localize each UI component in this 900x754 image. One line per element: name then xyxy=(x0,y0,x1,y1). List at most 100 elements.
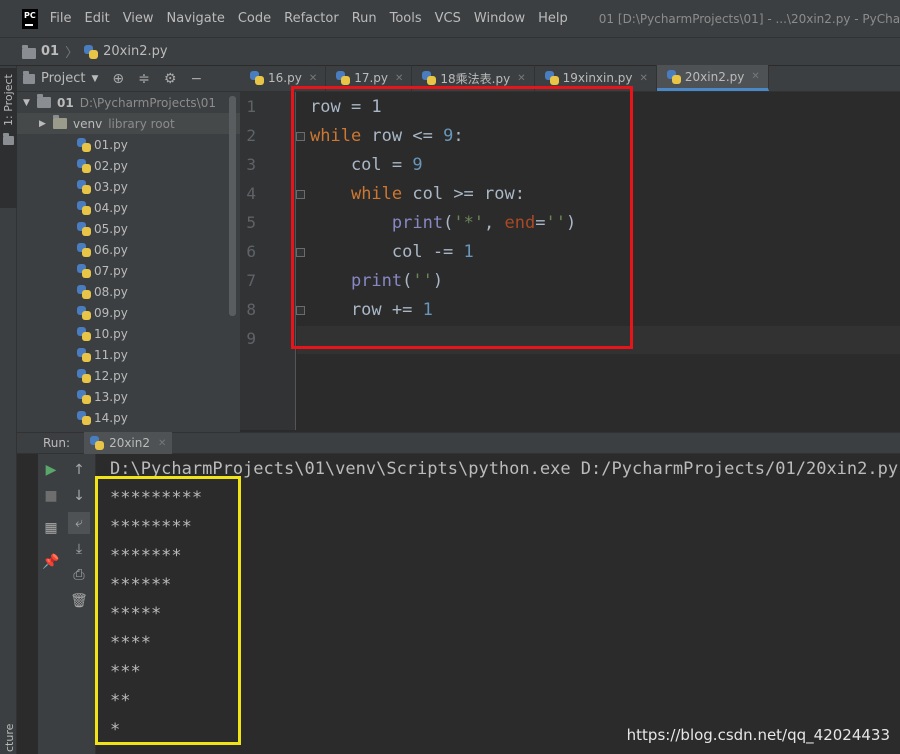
scroll-to-end-icon[interactable]: ⤓ xyxy=(68,538,90,560)
close-icon[interactable]: ✕ xyxy=(158,438,166,449)
tree-file-name: 12.py xyxy=(94,368,128,383)
close-icon[interactable]: ✕ xyxy=(517,73,525,84)
locate-icon[interactable]: ⊕ xyxy=(112,71,124,87)
close-icon[interactable]: ✕ xyxy=(395,73,403,84)
tree-file-name: 14.py xyxy=(94,410,128,425)
tree-file[interactable]: 02.py xyxy=(17,155,240,176)
arrow-up-icon[interactable]: ↑ xyxy=(68,459,90,481)
tree-file[interactable]: 05.py xyxy=(17,218,240,239)
soft-wrap-icon[interactable]: ⤶ xyxy=(68,512,90,534)
project-scrollbar[interactable] xyxy=(229,96,236,316)
run-panel-header: Run: 20xin2 ✕ xyxy=(17,432,900,454)
tree-file[interactable]: 10.py xyxy=(17,323,240,344)
tree-root[interactable]: ▼ 01 D:\PycharmProjects\01 xyxy=(17,92,240,113)
close-icon[interactable]: ✕ xyxy=(751,71,759,82)
menu-bar: PC File Edit View Navigate Code Refactor… xyxy=(0,0,900,38)
breadcrumb-project[interactable]: 01 xyxy=(41,44,59,59)
python-file-icon xyxy=(77,137,91,152)
tree-file[interactable]: 14.py xyxy=(17,407,240,428)
tree-file-name: 04.py xyxy=(94,200,128,215)
tree-file[interactable]: 06.py xyxy=(17,239,240,260)
minimize-icon[interactable]: − xyxy=(190,71,202,87)
tab-label: 17.py xyxy=(354,71,389,85)
tree-file[interactable]: 04.py xyxy=(17,197,240,218)
line-number: 1 xyxy=(246,97,256,116)
folder-icon xyxy=(22,44,36,59)
menu-file[interactable]: File xyxy=(50,11,72,26)
menu-view[interactable]: View xyxy=(123,11,154,26)
gear-icon[interactable]: ⚙ xyxy=(164,71,177,87)
menu-tools[interactable]: Tools xyxy=(390,11,422,26)
print-icon[interactable]: ⎙ xyxy=(68,564,90,586)
tree-file[interactable]: 09.py xyxy=(17,302,240,323)
window-title: 01 [D:\PycharmProjects\01] - ...\20xin2.… xyxy=(598,11,900,26)
python-file-icon xyxy=(77,326,91,341)
python-file-icon xyxy=(77,284,91,299)
project-panel-header: Project ▼ ⊕ ≑ ⚙ − xyxy=(17,66,240,92)
menu-navigate[interactable]: Navigate xyxy=(167,11,225,26)
run-tab[interactable]: 20xin2 ✕ xyxy=(84,432,173,454)
tree-file-name: 09.py xyxy=(94,305,128,320)
menu-edit[interactable]: Edit xyxy=(85,11,110,26)
pycharm-window: PC File Edit View Navigate Code Refactor… xyxy=(0,0,900,754)
trash-icon[interactable]: 🗑 xyxy=(68,590,90,612)
arrow-down-icon[interactable]: ↓ xyxy=(68,485,90,507)
chevron-down-icon[interactable]: ▼ xyxy=(91,74,98,84)
python-run-icon xyxy=(90,436,105,450)
python-file-icon xyxy=(77,347,91,362)
tree-root-path: D:\PycharmProjects\01 xyxy=(79,95,216,110)
project-tool-label: 1: Project xyxy=(2,74,15,126)
tree-file-name: 13.py xyxy=(94,389,128,404)
stop-icon[interactable]: ■ xyxy=(40,485,62,507)
menu-run[interactable]: Run xyxy=(352,11,377,26)
menu-refactor[interactable]: Refactor xyxy=(284,11,339,26)
menu-vcs[interactable]: VCS xyxy=(435,11,461,26)
tab-20xin2-py[interactable]: 20xin2.py ✕ xyxy=(656,65,769,91)
breadcrumb-file[interactable]: 20xin2.py xyxy=(103,44,167,59)
chevron-right-icon: 〉 xyxy=(65,46,79,61)
pin-icon[interactable]: 📌 xyxy=(40,551,62,573)
python-file-icon xyxy=(77,410,91,425)
line-number: 5 xyxy=(246,213,256,232)
python-file-icon xyxy=(77,179,91,194)
project-tool-tab[interactable]: 1: Project xyxy=(0,68,17,208)
python-file-icon xyxy=(77,221,91,236)
line-number: 2 xyxy=(246,126,256,145)
python-file-icon xyxy=(77,158,91,173)
close-icon[interactable]: ✕ xyxy=(309,73,317,84)
tree-root-name: 01 xyxy=(57,95,74,110)
chevron-down-icon[interactable]: ▼ xyxy=(23,98,37,108)
tree-file-name: 10.py xyxy=(94,326,128,341)
collapse-all-icon[interactable]: ≑ xyxy=(138,71,150,87)
folder-icon xyxy=(3,133,14,145)
tree-file[interactable]: 03.py xyxy=(17,176,240,197)
tree-file[interactable]: 08.py xyxy=(17,281,240,302)
python-file-icon xyxy=(544,71,559,85)
tree-venv-note: library root xyxy=(108,116,175,131)
project-view-dropdown[interactable]: Project xyxy=(41,71,85,86)
tab-label: 18乘法表.py xyxy=(440,71,511,86)
tree-venv[interactable]: ▶ venv library root xyxy=(17,113,240,134)
tree-file-name: 08.py xyxy=(94,284,128,299)
python-file-icon xyxy=(666,69,681,84)
layout-icon[interactable]: ▦ xyxy=(40,517,62,539)
tree-file-name: 01.py xyxy=(94,137,128,152)
chevron-right-icon[interactable]: ▶ xyxy=(39,119,53,129)
tree-file[interactable]: 13.py xyxy=(17,386,240,407)
tree-file[interactable]: 11.py xyxy=(17,344,240,365)
menu-help[interactable]: Help xyxy=(538,11,568,26)
watermark: https://blog.csdn.net/qq_42024433 xyxy=(626,726,890,744)
menu-code[interactable]: Code xyxy=(238,11,271,26)
project-tree: ▼ 01 D:\PycharmProjects\01 ▶ venv librar… xyxy=(17,92,240,428)
tree-file[interactable]: 07.py xyxy=(17,260,240,281)
run-tab-label: 20xin2 xyxy=(109,436,151,450)
python-file-icon xyxy=(77,305,91,320)
folder-icon xyxy=(53,115,67,129)
folder-icon xyxy=(37,94,51,108)
rerun-icon[interactable]: ▶ xyxy=(40,459,62,481)
tree-file[interactable]: 01.py xyxy=(17,134,240,155)
close-icon[interactable]: ✕ xyxy=(640,73,648,84)
tree-file[interactable]: 12.py xyxy=(17,365,240,386)
menu-window[interactable]: Window xyxy=(474,11,525,26)
structure-tool-label[interactable]: cture xyxy=(3,724,16,752)
